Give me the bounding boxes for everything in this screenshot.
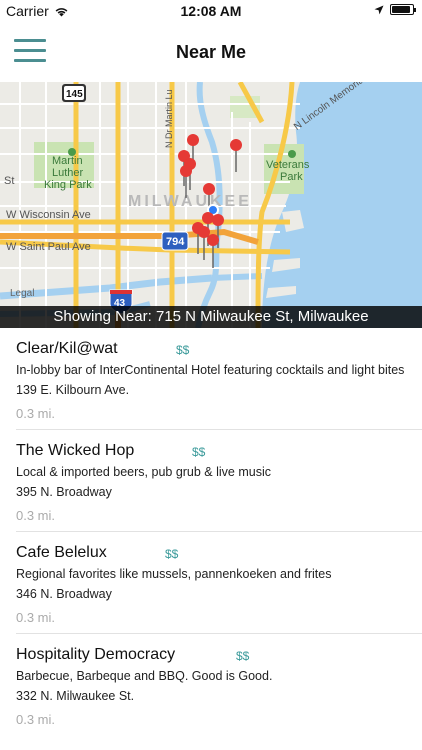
map-label-legal: Legal <box>10 288 34 299</box>
place-address: 332 N. Milwaukee St. <box>16 689 135 703</box>
status-right <box>374 4 416 15</box>
battery-icon <box>390 4 416 15</box>
places-list: Clear/Kil@wat $$ In-lobby bar of InterCo… <box>0 328 422 736</box>
navigation-bar: Near Me <box>0 22 422 82</box>
list-item[interactable]: The Wicked Hop $$ Local & imported beers… <box>16 430 422 532</box>
location-arrow-icon <box>374 5 384 14</box>
place-address: 139 E. Kilbourn Ave. <box>16 383 130 397</box>
place-name: Hospitality Democracy <box>16 646 176 663</box>
map-view[interactable]: MILWAUKEE Martin Luther King Park Vetera… <box>0 82 422 328</box>
svg-text:King Park: King Park <box>44 179 92 191</box>
svg-text:Luther: Luther <box>52 167 84 179</box>
place-distance: 0.3 mi. <box>16 406 56 421</box>
list-item[interactable]: Hospitality Democracy $$ Barbecue, Barbe… <box>16 634 422 736</box>
place-name: Cafe Belelux <box>16 544 107 561</box>
status-time: 12:08 AM <box>180 3 242 19</box>
battery-tip <box>414 8 416 12</box>
status-bar: Carrier 12:08 AM <box>0 0 422 22</box>
map-label-st: St <box>4 175 14 187</box>
place-description: Local & imported beers, pub grub & live … <box>16 465 271 479</box>
place-distance: 0.3 mi. <box>16 610 56 625</box>
place-address: 395 N. Broadway <box>16 485 112 499</box>
place-description: Barbecue, Barbeque and BBQ. Good is Good… <box>16 669 273 683</box>
map-label-city: MILWAUKEE <box>128 193 252 210</box>
route-shield-145: 145 <box>62 84 86 102</box>
place-price: $$ <box>236 649 250 663</box>
map-graphic[interactable]: MILWAUKEE Martin Luther King Park Vetera… <box>0 82 422 328</box>
map-label-wisconsin: W Wisconsin Ave <box>6 209 91 221</box>
place-distance: 0.3 mi. <box>16 712 56 727</box>
svg-text:794: 794 <box>166 236 185 248</box>
list-item[interactable]: Clear/Kil@wat $$ In-lobby bar of InterCo… <box>16 328 422 430</box>
place-description: In-lobby bar of InterContinental Hotel f… <box>16 363 405 377</box>
map-label-saint-paul: W Saint Paul Ave <box>6 241 91 253</box>
place-description: Regional favorites like mussels, pannenk… <box>16 567 332 581</box>
place-price: $$ <box>165 547 179 561</box>
place-name: The Wicked Hop <box>16 442 135 459</box>
place-price: $$ <box>176 343 190 357</box>
page-title: Near Me <box>175 42 247 62</box>
map-label-park-veterans: Veterans <box>266 159 310 171</box>
route-shield-794: 794 <box>161 231 189 251</box>
list-item[interactable]: Cafe Belelux $$ Regional favorites like … <box>16 532 422 634</box>
place-address: 346 N. Broadway <box>16 587 112 601</box>
showing-near-banner: Showing Near: 715 N Milwaukee St, Milwau… <box>0 306 422 328</box>
svg-text:Park: Park <box>280 171 303 183</box>
place-name: Clear/Kil@wat <box>16 340 118 357</box>
svg-text:145: 145 <box>66 89 83 100</box>
map-label-park-mlk: Martin <box>52 155 83 167</box>
place-distance: 0.3 mi. <box>16 508 56 523</box>
map-label-mlk-dr: N Dr Martin Lu <box>164 89 174 148</box>
place-price: $$ <box>192 445 206 459</box>
battery-fill <box>392 6 410 13</box>
